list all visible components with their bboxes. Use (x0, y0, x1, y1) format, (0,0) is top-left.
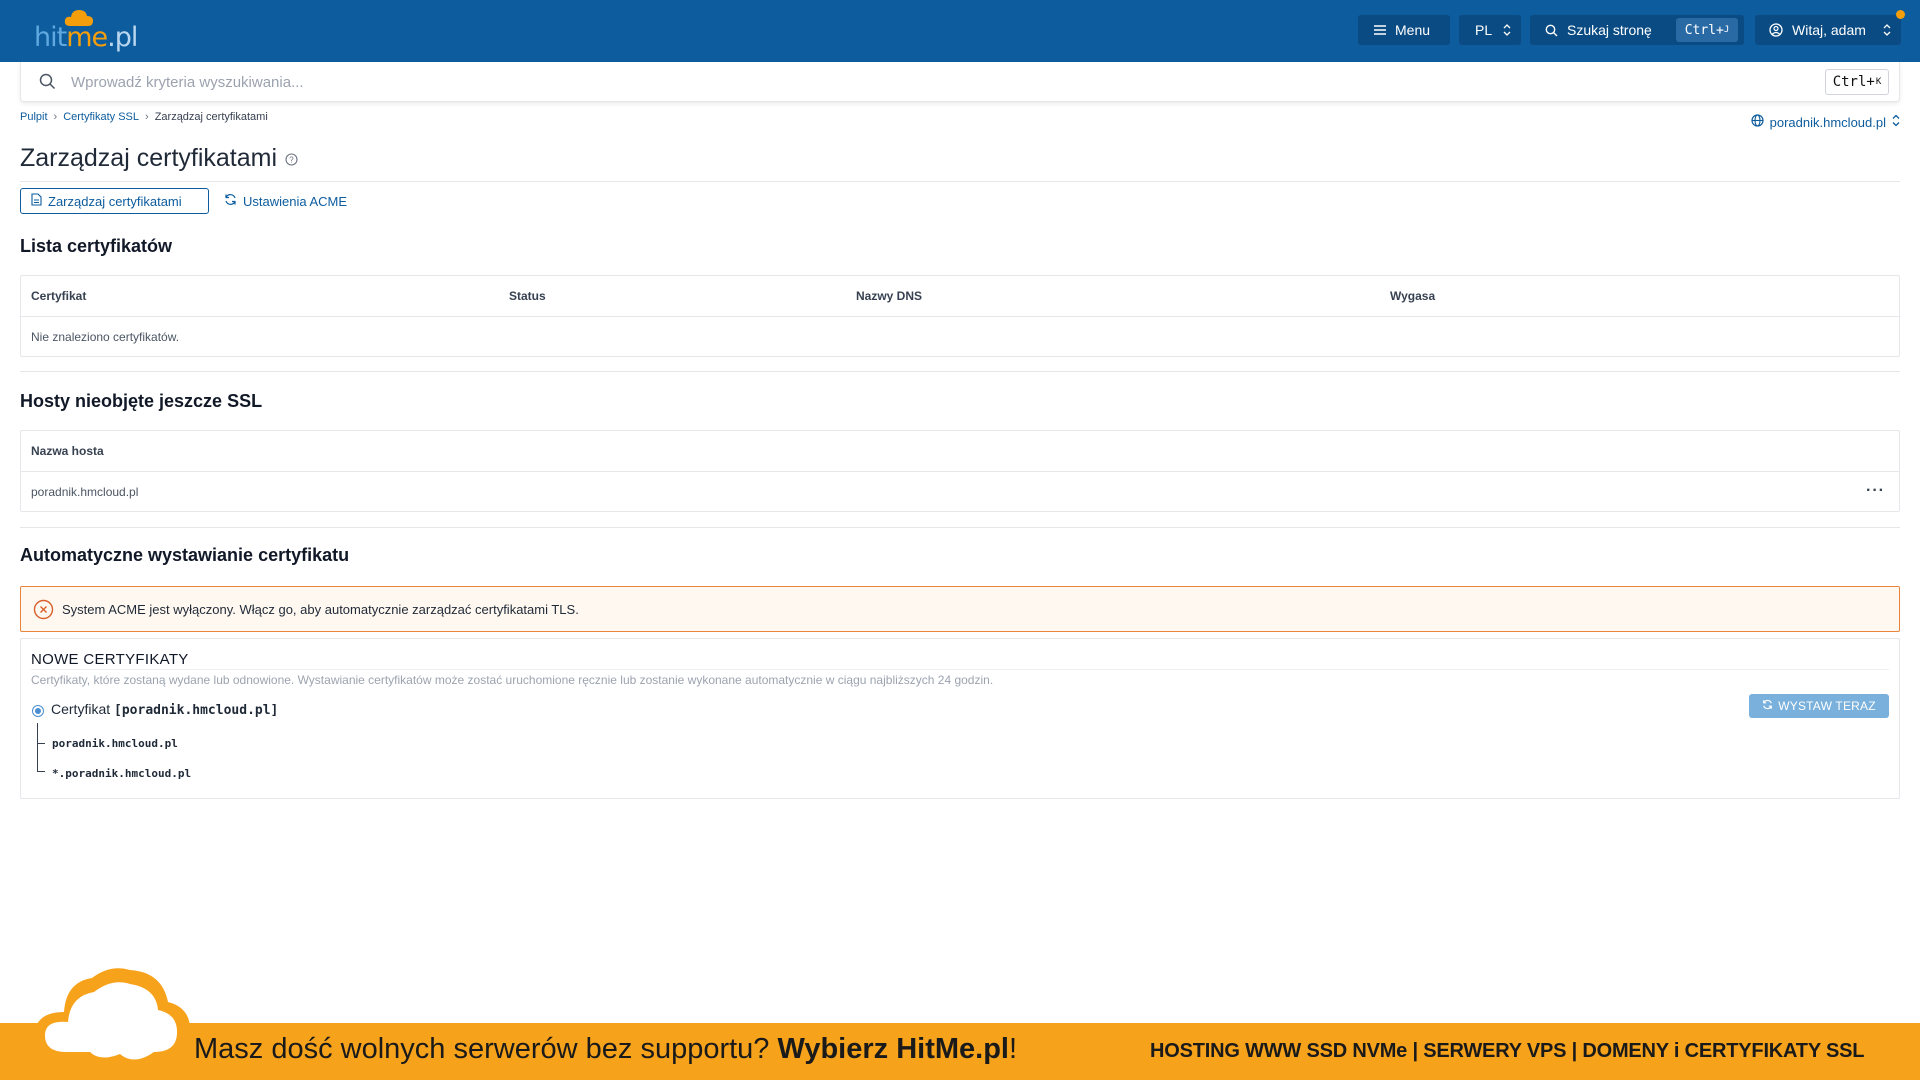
table-row: poradnik.hmcloud.pl ··· (21, 471, 1899, 511)
domain-selector-label: poradnik.hmcloud.pl (1769, 114, 1886, 130)
menu-label: Menu (1395, 22, 1431, 38)
host-name: poradnik.hmcloud.pl (31, 485, 139, 499)
cert-table: Certyfikat Status Nazwy DNS Wygasa Nie z… (20, 275, 1900, 357)
tree-line (37, 771, 45, 772)
search-page-button[interactable]: Szukaj stronę Ctrl+ J (1530, 15, 1744, 45)
column-header: Wygasa (1390, 289, 1436, 303)
breadcrumb-current: Zarządzaj certyfikatami (154, 111, 268, 123)
page-title-text: Zarządzaj certyfikatami (20, 144, 278, 172)
tab-manage-certificates[interactable]: Zarządzaj certyfikatami (20, 188, 209, 214)
issue-now-label: WYSTAW TERAZ (1778, 699, 1876, 713)
chevron-right-icon: › (145, 111, 149, 123)
banner-slogan: Masz dość wolnych serwerów bez supportu?… (194, 1033, 1018, 1065)
divider (20, 527, 1900, 528)
globe-icon (1751, 114, 1764, 130)
new-certificates-description: Certyfikaty, które zostaną wydane lub od… (31, 673, 994, 687)
top-bar: hitme.pl Menu PL Szukaj stronę Ctrl+ J Wi… (0, 0, 1920, 62)
tree-line (37, 743, 45, 744)
dns-name: poradnik.hmcloud.pl (52, 737, 178, 750)
language-label: PL (1475, 22, 1493, 38)
chevron-updown-icon (1892, 114, 1900, 130)
divider (31, 669, 1889, 670)
hitme-logo[interactable]: hitme.pl (32, 8, 138, 54)
table-header-row: Nazwa hosta (21, 431, 1899, 471)
search-page-label: Szukaj stronę (1567, 22, 1652, 38)
logo-text: hitme.pl (34, 22, 138, 53)
column-header: Status (509, 289, 546, 303)
breadcrumb: Pulpit › Certyfikaty SSL › Zarządzaj cer… (20, 111, 268, 123)
alert-text: System ACME jest wyłączony. Włącz go, ab… (62, 602, 579, 617)
document-icon (31, 193, 42, 209)
svg-text:?: ? (289, 156, 294, 165)
user-menu-button[interactable]: Witaj, adam (1755, 15, 1901, 45)
search-icon (39, 73, 56, 95)
divider (20, 371, 1900, 372)
tab-label: Zarządzaj certyfikatami (48, 193, 182, 209)
notification-dot (1896, 10, 1905, 19)
shortcut-ctrl-j: Ctrl+ J (1676, 18, 1738, 42)
global-search-bar: Ctrl+K (20, 62, 1900, 102)
help-icon[interactable]: ? (285, 144, 298, 173)
hosts-table: Nazwa hosta poradnik.hmcloud.pl ··· (20, 430, 1900, 512)
search-input[interactable] (71, 70, 1371, 94)
column-header: Nazwa hosta (31, 444, 104, 458)
issue-now-button[interactable]: WYSTAW TERAZ (1749, 694, 1889, 718)
user-circle-icon (1769, 23, 1783, 37)
page-title: Zarządzaj certyfikatami ? (20, 144, 298, 173)
new-certificates-title: NOWE CERTYFIKATY (31, 651, 189, 668)
hosts-title: Hosty nieobjęte jeszcze SSL (20, 391, 263, 411)
table-header-row: Certyfikat Status Nazwy DNS Wygasa (21, 276, 1899, 316)
column-header: Nazwy DNS (856, 289, 923, 303)
refresh-icon (1762, 699, 1773, 713)
dns-name: *.poradnik.hmcloud.pl (52, 767, 192, 780)
breadcrumb-ssl[interactable]: Certyfikaty SSL (63, 111, 139, 123)
more-options-icon[interactable]: ··· (1866, 482, 1885, 500)
banner-services: HOSTING WWW SSD NVMe | SERWERY VPS | DOM… (1150, 1040, 1865, 1062)
new-certificates-panel: NOWE CERTYFIKATY Certyfikaty, które zost… (20, 638, 1900, 799)
breadcrumb-pulpit[interactable]: Pulpit (20, 111, 48, 123)
chevron-updown-icon (1883, 23, 1891, 40)
acme-disabled-alert: System ACME jest wyłączony. Włącz go, ab… (20, 586, 1900, 632)
error-circle-icon (33, 599, 54, 625)
refresh-icon (224, 193, 237, 209)
column-header: Certyfikat (31, 289, 87, 303)
certificate-radio[interactable] (32, 705, 44, 717)
cloud-icon (34, 968, 191, 1062)
tab-acme-settings[interactable]: Ustawienia ACME (222, 188, 347, 214)
chevron-right-icon: › (53, 111, 58, 123)
search-icon (1545, 24, 1558, 37)
table-row: Nie znaleziono certyfikatów. (21, 316, 1899, 356)
tree-line (37, 723, 38, 772)
language-select[interactable]: PL (1459, 15, 1521, 45)
auto-issue-title: Automatyczne wystawianie certyfikatu (20, 545, 350, 565)
cert-list-title: Lista certyfikatów (20, 236, 173, 256)
chevron-updown-icon (1503, 23, 1511, 40)
shortcut-ctrl-k: Ctrl+ K (1825, 69, 1889, 95)
tab-label: Ustawienia ACME (243, 193, 348, 209)
empty-state-text: Nie znaleziono certyfikatów. (31, 330, 180, 344)
menu-button[interactable]: Menu (1358, 15, 1450, 45)
domain-selector[interactable]: poradnik.hmcloud.pl (1751, 114, 1900, 130)
certificate-label: Certyfikat [poradnik.hmcloud.pl] (51, 701, 279, 718)
divider (20, 181, 1900, 182)
user-greeting: Witaj, adam (1792, 22, 1866, 38)
hamburger-icon (1374, 25, 1386, 35)
